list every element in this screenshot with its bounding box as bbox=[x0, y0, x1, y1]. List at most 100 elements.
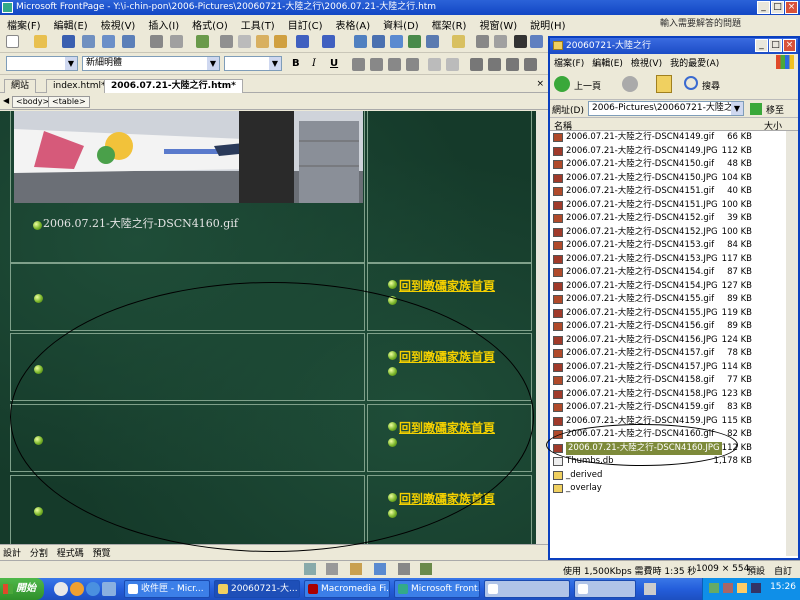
menu-view[interactable]: 檢視(V) bbox=[94, 15, 142, 32]
new-page-icon[interactable] bbox=[6, 35, 19, 48]
view-split-tab[interactable]: 分割 bbox=[27, 545, 51, 560]
menu-file[interactable]: 檔案(F) bbox=[0, 15, 47, 32]
file-row[interactable]: 2006.07.21-大陸之行-DSCN4150.JPG 104 KB bbox=[550, 172, 798, 186]
web-component-icon[interactable] bbox=[354, 35, 367, 48]
view-design-tab[interactable]: 設計 bbox=[0, 545, 24, 560]
underline-button[interactable]: U bbox=[330, 58, 338, 69]
menu-data[interactable]: 資料(D) bbox=[376, 15, 425, 32]
format-painter-icon[interactable] bbox=[274, 35, 287, 48]
justify-icon[interactable] bbox=[406, 58, 419, 71]
table-cell[interactable] bbox=[10, 404, 365, 472]
file-row[interactable]: 2006.07.21-大陸之行-DSCN4157.gif 78 KB bbox=[550, 347, 798, 361]
print-preview-icon[interactable] bbox=[170, 35, 183, 48]
insert-table-icon[interactable] bbox=[372, 35, 385, 48]
publish-icon[interactable] bbox=[102, 35, 115, 48]
menu-tools[interactable]: 工具(T) bbox=[234, 15, 281, 32]
decrease-indent-icon[interactable] bbox=[506, 58, 519, 71]
print-icon[interactable] bbox=[150, 35, 163, 48]
style-dropdown[interactable]: ▼ bbox=[6, 56, 78, 71]
show-all-icon[interactable] bbox=[514, 35, 527, 48]
menu-insert[interactable]: 插入(I) bbox=[141, 15, 185, 32]
table-cell[interactable] bbox=[10, 263, 365, 331]
cut-icon[interactable] bbox=[220, 35, 233, 48]
help-icon[interactable] bbox=[530, 35, 543, 48]
increase-font-icon[interactable] bbox=[428, 58, 441, 71]
align-left-icon[interactable] bbox=[352, 58, 365, 71]
tab-index-html[interactable]: index.html* bbox=[46, 79, 113, 93]
minimize-button[interactable]: _ bbox=[757, 1, 770, 14]
tab-current-page[interactable]: 2006.07.21-大陸之行.htm* bbox=[104, 79, 243, 93]
file-row[interactable]: 2006.07.21-大陸之行-DSCN4158.JPG 123 KB bbox=[550, 388, 798, 402]
decrease-font-icon[interactable] bbox=[446, 58, 459, 71]
tray-security-icon[interactable] bbox=[723, 583, 733, 593]
address-field[interactable]: 2006-Pictures\20060721-大陸之行 ▼ bbox=[588, 101, 744, 116]
go-button[interactable]: 移至 bbox=[766, 103, 784, 116]
home-link[interactable]: 回到暾礵家族首頁 bbox=[399, 277, 495, 294]
file-row[interactable]: 2006.07.21-大陸之行-DSCN4157.JPG 114 KB bbox=[550, 361, 798, 375]
insert-picture-icon[interactable] bbox=[408, 35, 421, 48]
tray-volume-icon[interactable] bbox=[737, 583, 747, 593]
search-icon[interactable] bbox=[684, 76, 698, 90]
bullet-list-icon[interactable] bbox=[488, 58, 501, 71]
increase-indent-icon[interactable] bbox=[524, 58, 537, 71]
align-right-icon[interactable] bbox=[388, 58, 401, 71]
bold-button[interactable]: B bbox=[292, 58, 300, 69]
stop-icon[interactable] bbox=[494, 35, 507, 48]
font-size-dropdown[interactable]: ▼ bbox=[224, 56, 282, 71]
explorer-menu-view[interactable]: 檢視(V) bbox=[627, 54, 666, 71]
refresh-icon[interactable] bbox=[476, 35, 489, 48]
tag-back-icon[interactable]: ◀ bbox=[3, 96, 9, 105]
file-row[interactable]: 2006.07.21-大陸之行-DSCN4151.gif 40 KB bbox=[550, 185, 798, 199]
home-link[interactable]: 回到暾礵家族首頁 bbox=[399, 419, 495, 436]
quicklaunch-ie-icon[interactable] bbox=[54, 582, 68, 596]
file-row[interactable]: 2006.07.21-大陸之行-DSCN4151.JPG 100 KB bbox=[550, 199, 798, 213]
forward-arrow-icon[interactable] bbox=[622, 76, 638, 92]
spelling-icon[interactable] bbox=[196, 35, 209, 48]
font-dropdown[interactable]: 新細明體 ▼ bbox=[82, 56, 220, 71]
file-row[interactable]: 2006.07.21-大陸之行-DSCN4156.JPG 124 KB bbox=[550, 334, 798, 348]
file-row[interactable]: 2006.07.21-大陸之行-DSCN4155.gif 89 KB bbox=[550, 293, 798, 307]
drawing-icon[interactable] bbox=[426, 35, 439, 48]
explorer-menu-favorites[interactable]: 我的最愛(A) bbox=[666, 54, 723, 71]
menu-custom[interactable]: 目訂(C) bbox=[281, 15, 329, 32]
numbered-list-icon[interactable] bbox=[470, 58, 483, 71]
editor-scrollbar[interactable] bbox=[536, 111, 547, 544]
back-arrow-icon[interactable] bbox=[554, 76, 570, 92]
menu-help[interactable]: 說明(H) bbox=[523, 15, 571, 32]
explorer-maximize-button[interactable]: □ bbox=[769, 39, 782, 52]
insert-layer-icon[interactable] bbox=[390, 35, 403, 48]
file-row[interactable]: Thumbs.db 1,178 KB bbox=[550, 455, 798, 469]
redo-icon[interactable] bbox=[322, 35, 335, 48]
save-icon[interactable] bbox=[62, 35, 75, 48]
file-row[interactable]: 2006.07.21-大陸之行-DSCN4153.gif 84 KB bbox=[550, 239, 798, 253]
home-link[interactable]: 回到暾礵家族首頁 bbox=[399, 348, 495, 365]
menu-window[interactable]: 視窗(W) bbox=[472, 15, 523, 32]
table-cell[interactable] bbox=[10, 333, 365, 401]
file-row[interactable]: 2006.07.21-大陸之行-DSCN4150.gif 48 KB bbox=[550, 158, 798, 172]
back-button[interactable]: 上一頁 bbox=[574, 79, 601, 92]
up-folder-icon[interactable] bbox=[656, 75, 672, 93]
paste-icon[interactable] bbox=[256, 35, 269, 48]
file-row[interactable]: 2006.07.21-大陸之行-DSCN4154.gif 87 KB bbox=[550, 266, 798, 280]
file-row[interactable]: 2006.07.21-大陸之行-DSCN4160.gif 82 KB bbox=[550, 428, 798, 442]
search-button[interactable]: 搜尋 bbox=[702, 79, 720, 92]
search-web-icon[interactable] bbox=[82, 35, 95, 48]
task-explorer[interactable]: 20060721-大... bbox=[214, 580, 300, 598]
file-row[interactable]: 2006.07.21-大陸之行-DSCN4159.JPG 115 KB bbox=[550, 415, 798, 429]
menu-frames[interactable]: 框架(R) bbox=[425, 15, 473, 32]
task-blurred[interactable] bbox=[484, 580, 570, 598]
tag-table[interactable]: <table> bbox=[48, 96, 90, 108]
explorer-menu-edit[interactable]: 編輯(E) bbox=[588, 54, 627, 71]
explorer-menu-file[interactable]: 檔案(F) bbox=[550, 54, 588, 71]
quicklaunch-show-desktop-icon[interactable] bbox=[102, 582, 116, 596]
task-frontpage[interactable]: Microsoft Front... bbox=[394, 580, 480, 598]
quicklaunch-outlook-icon[interactable] bbox=[70, 582, 84, 596]
task-outlook[interactable]: 收件匣 - Micr... bbox=[124, 580, 210, 598]
image-caption[interactable]: 2006.07.21-大陸之行-DSCN4160.gif bbox=[43, 215, 238, 231]
maximize-button[interactable]: □ bbox=[771, 1, 784, 14]
file-row[interactable]: 2006.07.21-大陸之行-DSCN4159.gif 83 KB bbox=[550, 401, 798, 415]
file-row[interactable]: 2006.07.21-大陸之行-DSCN4149.gif 66 KB bbox=[550, 131, 798, 145]
copy-icon[interactable] bbox=[238, 35, 251, 48]
file-row[interactable]: 2006.07.21-大陸之行-DSCN4149.JPG 112 KB bbox=[550, 145, 798, 159]
view-code-tab[interactable]: 程式碼 bbox=[54, 545, 87, 560]
